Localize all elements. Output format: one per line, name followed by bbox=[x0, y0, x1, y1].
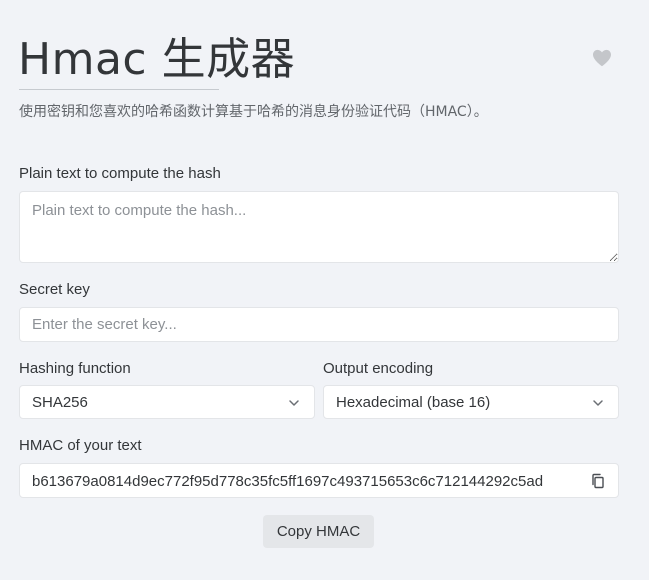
hashing-function-value: SHA256 bbox=[32, 394, 88, 411]
chevron-down-icon bbox=[593, 400, 603, 406]
page-title: Hmac 生成器 bbox=[18, 34, 296, 85]
copy-hmac-button[interactable]: Copy HMAC bbox=[263, 515, 374, 548]
secret-key-label: Secret key bbox=[19, 281, 90, 298]
output-encoding-label: Output encoding bbox=[323, 360, 434, 377]
hmac-result-label: HMAC of your text bbox=[19, 437, 142, 454]
secret-key-input[interactable] bbox=[19, 307, 619, 342]
plain-text-label: Plain text to compute the hash bbox=[19, 165, 221, 182]
copy-icon[interactable] bbox=[590, 473, 606, 489]
page-description: 使用密钥和您喜欢的哈希函数计算基于哈希的消息身份验证代码（HMAC）。 bbox=[19, 104, 488, 120]
output-encoding-value: Hexadecimal (base 16) bbox=[336, 394, 491, 411]
hashing-function-label: Hashing function bbox=[19, 360, 131, 377]
hmac-generator-page: Hmac 生成器 使用密钥和您喜欢的哈希函数计算基于哈希的消息身份验证代码（HM… bbox=[0, 0, 649, 580]
plain-text-input[interactable] bbox=[19, 191, 619, 263]
hmac-output-field[interactable]: b613679a0814d9ec772f95d778c35fc5ff1697c4… bbox=[19, 463, 619, 498]
output-encoding-select[interactable]: Hexadecimal (base 16) bbox=[323, 385, 619, 419]
heart-icon[interactable] bbox=[592, 49, 612, 67]
hashing-function-select[interactable]: SHA256 bbox=[19, 385, 315, 419]
chevron-down-icon bbox=[289, 400, 299, 406]
hmac-output-value: b613679a0814d9ec772f95d778c35fc5ff1697c4… bbox=[32, 473, 544, 490]
title-divider bbox=[19, 89, 219, 90]
